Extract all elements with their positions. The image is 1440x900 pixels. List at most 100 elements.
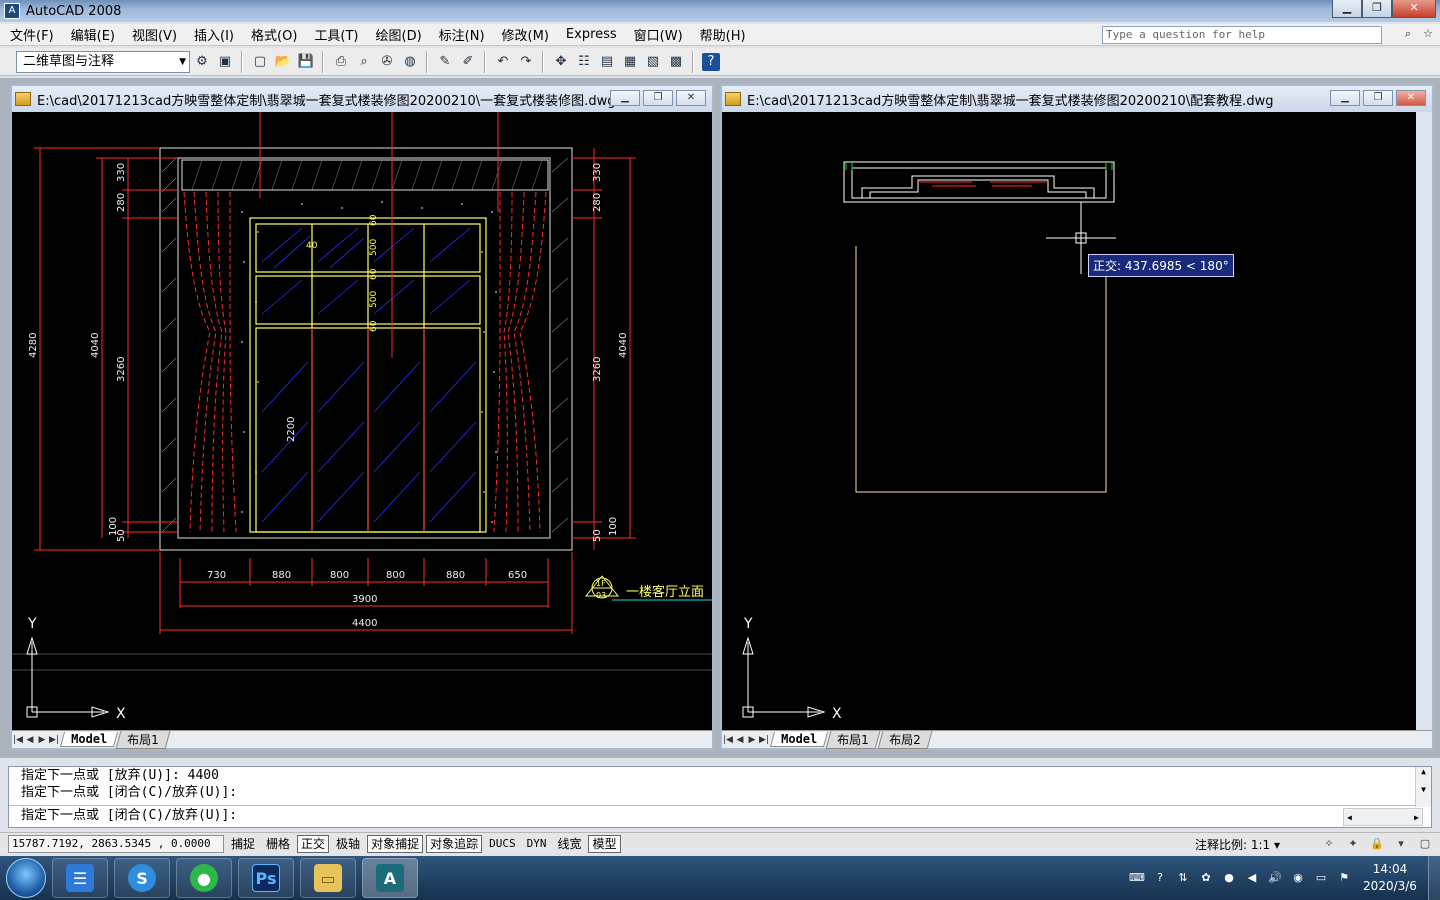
first-tab-icon[interactable]: |◀ [12, 735, 24, 745]
annotation-scale[interactable]: 注释比例: 1:1 ▾ [1195, 836, 1280, 853]
model-toggle[interactable]: 模型 [588, 834, 621, 853]
sound-icon[interactable]: ◀ [1243, 869, 1261, 887]
polar-toggle[interactable]: 极轴 [332, 835, 364, 853]
start-button[interactable] [6, 858, 46, 898]
command-scrollbar[interactable]: ▲ ▼ [1415, 767, 1431, 807]
next-tab-icon[interactable]: ▶ [36, 735, 48, 745]
right-model-canvas[interactable]: Y X 正交: 437.6985 < 180° [722, 112, 1416, 730]
tab-model[interactable]: Model [769, 732, 829, 747]
next-tab-icon[interactable]: ▶ [746, 735, 758, 745]
taskbar-app[interactable]: Ps [238, 858, 294, 898]
grid-toggle[interactable]: 栅格 [262, 835, 294, 853]
menu-dimension[interactable]: 标注(N) [429, 25, 492, 44]
volume-icon[interactable]: 🔊 [1266, 869, 1284, 887]
print-preview-icon[interactable]: ⌕ [353, 51, 375, 73]
first-tab-icon[interactable]: |◀ [722, 735, 734, 745]
publish-icon[interactable]: ✇ [376, 51, 398, 73]
match-properties-icon[interactable]: ✎ [434, 51, 456, 73]
pan-icon[interactable]: ✥ [550, 51, 572, 73]
close-icon[interactable]: ✕ [1396, 90, 1426, 106]
annotation-visibility-icon[interactable]: ✧ [1320, 835, 1338, 853]
tool-palettes-icon[interactable]: ▦ [619, 51, 641, 73]
menu-help[interactable]: 帮助(H) [690, 25, 753, 44]
left-document-titlebar[interactable]: E:\cad\20171213cad方映雪整体定制\翡翠城一套复式楼装修图202… [12, 86, 712, 112]
minimize-button[interactable]: ▁ [1332, 0, 1362, 18]
workspace-save-icon[interactable]: ▣ [214, 51, 236, 73]
menu-insert[interactable]: 插入(I) [184, 25, 241, 44]
last-tab-icon[interactable]: ▶| [48, 735, 60, 745]
clock[interactable]: 14:04 2020/3/6 [1358, 861, 1422, 895]
restore-button[interactable]: ❐ [1362, 0, 1392, 18]
menu-express[interactable]: Express [556, 27, 624, 42]
taskbar-app[interactable]: ☰ [52, 858, 108, 898]
taskbar-app[interactable]: ● [176, 858, 232, 898]
workspace-settings-icon[interactable]: ⚙ [191, 51, 213, 73]
network-arrow-icon[interactable]: ⇅ [1174, 869, 1192, 887]
dyn-toggle[interactable]: DYN [523, 835, 551, 853]
auto-scale-icon[interactable]: ✦ [1344, 835, 1362, 853]
workspace-select[interactable]: 二维草图与注释 ▼ [16, 50, 190, 73]
close-icon[interactable]: ✕ [676, 90, 706, 106]
menu-modify[interactable]: 修改(M) [492, 25, 556, 44]
menu-draw[interactable]: 绘图(D) [366, 25, 429, 44]
help-icon[interactable]: ? [702, 52, 720, 71]
prev-tab-icon[interactable]: ◀ [24, 735, 36, 745]
new-file-icon[interactable]: ▢ [249, 51, 271, 73]
command-input[interactable]: 指定下一点或 [闭合(C)/放弃(U)]: [9, 805, 1431, 827]
menu-edit[interactable]: 编辑(E) [61, 25, 122, 44]
lock-icon[interactable]: 🔒 [1368, 835, 1386, 853]
ortho-toggle[interactable]: 正交 [297, 834, 330, 853]
ducs-toggle[interactable]: DUCS [485, 835, 520, 853]
otrack-toggle[interactable]: 对象追踪 [426, 834, 483, 853]
flag-icon[interactable]: ⚑ [1335, 869, 1353, 887]
left-model-canvas[interactable]: 4280 4040 330 280 3260 100 50 4040 330 2… [12, 112, 712, 730]
web-publish-icon[interactable]: ◍ [399, 51, 421, 73]
tab-layout1[interactable]: 布局1 [825, 730, 881, 749]
right-document-titlebar[interactable]: E:\cad\20171213cad方映雪整体定制\翡翠城一套复式楼装修图202… [722, 86, 1432, 112]
tab-model[interactable]: Model [59, 732, 119, 747]
command-hscrollbar[interactable]: ◀ ▶ [1343, 808, 1423, 826]
keyboard-icon[interactable]: ⌨ [1128, 869, 1146, 887]
snap-toggle[interactable]: 捕捉 [227, 835, 259, 853]
menu-tools[interactable]: 工具(T) [304, 25, 365, 44]
wechat-icon[interactable]: ● [1220, 869, 1238, 887]
properties-icon[interactable]: ☷ [573, 51, 595, 73]
menu-view[interactable]: 视图(V) [122, 25, 184, 44]
tab-layout1[interactable]: 布局1 [115, 730, 171, 749]
last-tab-icon[interactable]: ▶| [758, 735, 770, 745]
help-search-input[interactable]: Type a question for help [1102, 26, 1382, 44]
tab-layout2[interactable]: 布局2 [877, 730, 932, 749]
menu-file[interactable]: 文件(F) [0, 25, 61, 44]
record-icon[interactable]: ◉ [1289, 869, 1307, 887]
minimize-icon[interactable]: ▁ [1330, 90, 1360, 106]
menu-window[interactable]: 窗口(W) [624, 25, 690, 44]
menu-format[interactable]: 格式(O) [241, 25, 304, 44]
close-button[interactable]: ✕ [1392, 0, 1436, 18]
show-desktop-button[interactable] [1428, 856, 1440, 900]
help-icon[interactable]: ? [1151, 869, 1169, 887]
display-icon[interactable]: ▭ [1312, 869, 1330, 887]
design-center-icon[interactable]: ▤ [596, 51, 618, 73]
taskbar-app[interactable]: ▭ [300, 858, 356, 898]
lineweight-toggle[interactable]: 线宽 [553, 835, 585, 853]
flower-icon[interactable]: ✿ [1197, 869, 1215, 887]
open-file-icon[interactable]: 📂 [272, 51, 294, 73]
calculator-icon[interactable]: ▩ [665, 51, 687, 73]
taskbar-app[interactable]: A [362, 858, 418, 898]
undo-icon[interactable]: ↶ [492, 51, 514, 73]
restore-icon[interactable]: ❐ [1363, 90, 1393, 106]
block-editor-icon[interactable]: ✐ [457, 51, 479, 73]
sheet-set-icon[interactable]: ▧ [642, 51, 664, 73]
osnap-toggle[interactable]: 对象捕捉 [367, 834, 424, 853]
print-icon[interactable]: ⎙ [330, 51, 352, 73]
redo-icon[interactable]: ↷ [515, 51, 537, 73]
tray-settings-icon[interactable]: ▾ [1392, 835, 1410, 853]
star-icon[interactable]: ☆ [1420, 26, 1436, 42]
prev-tab-icon[interactable]: ◀ [734, 735, 746, 745]
taskbar-app[interactable]: S [114, 858, 170, 898]
minimize-icon[interactable]: ▁ [610, 90, 640, 106]
save-icon[interactable]: 💾 [295, 51, 317, 73]
search-icon[interactable]: ⌕ [1400, 26, 1416, 42]
restore-icon[interactable]: ❐ [643, 90, 673, 106]
clean-screen-icon[interactable]: ▢ [1416, 835, 1434, 853]
